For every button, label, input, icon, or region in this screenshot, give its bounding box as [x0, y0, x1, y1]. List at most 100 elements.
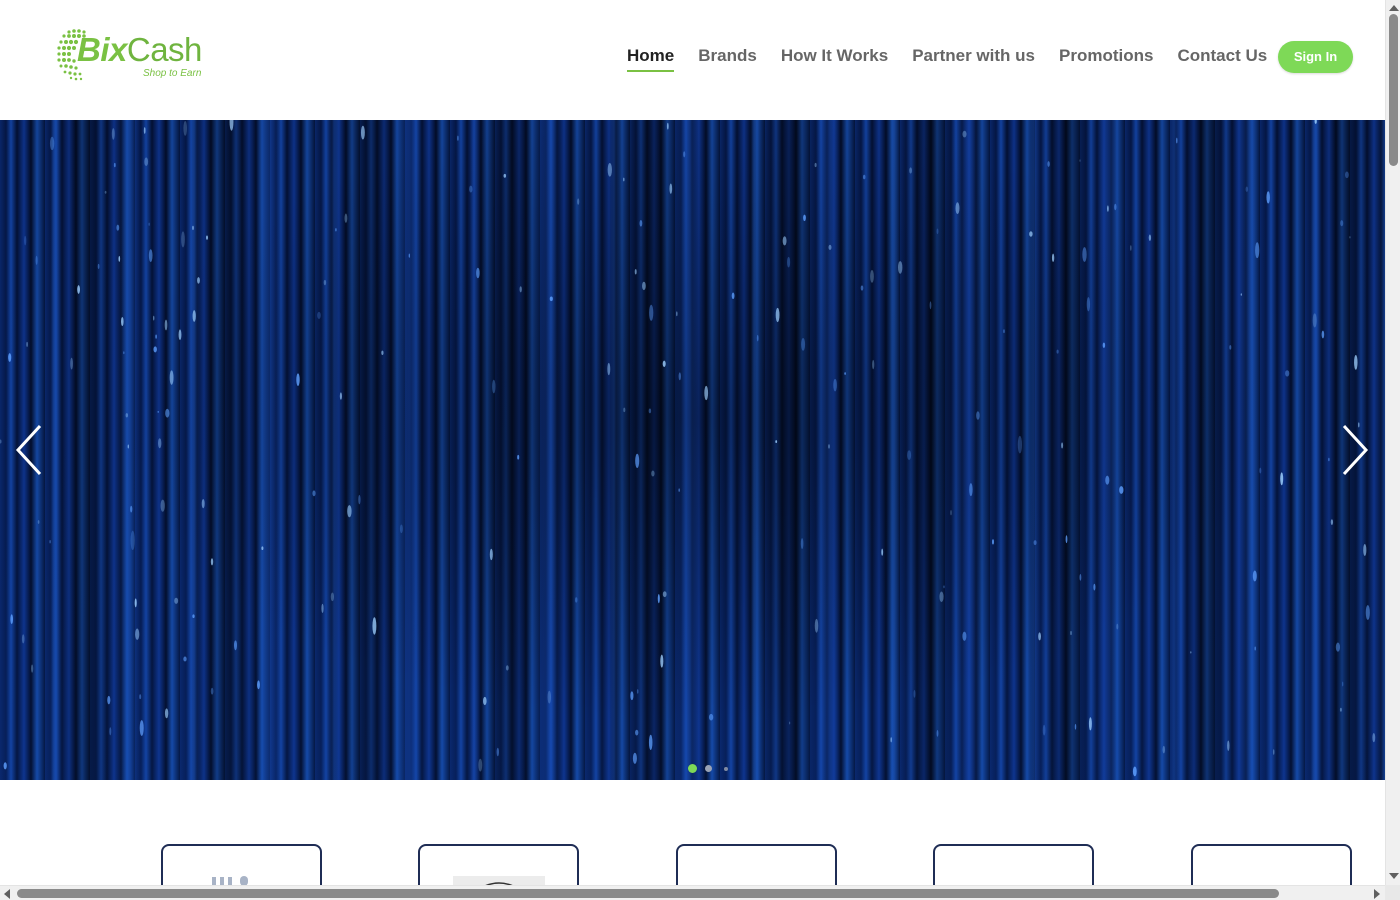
sparkle [139, 694, 142, 700]
scroll-up-arrow-icon[interactable] [1389, 5, 1399, 11]
sparkle [127, 444, 129, 449]
nav-item-home[interactable]: Home [627, 44, 675, 72]
sparkle [178, 329, 182, 341]
sparkle [111, 128, 115, 140]
sparkle [1070, 630, 1072, 636]
slide-indicator-1[interactable] [688, 764, 697, 773]
vertical-scroll-thumb[interactable] [1389, 14, 1398, 166]
sparkle [483, 696, 487, 706]
sparkle [157, 410, 159, 413]
brand-card[interactable] [161, 844, 322, 885]
nav-item-partner-with-us[interactable]: Partner with us [912, 44, 1035, 72]
sparkle [833, 378, 837, 392]
sparkle [1119, 486, 1124, 494]
horizontal-scroll-thumb[interactable] [17, 889, 1279, 898]
slider-next-button[interactable] [1334, 420, 1374, 480]
logo-cash-text: Cash [126, 31, 203, 68]
sparkle [1339, 707, 1342, 712]
brand-logo-image [453, 876, 545, 885]
sparkle [399, 524, 403, 534]
sparkle [828, 244, 832, 250]
sparkle [1229, 345, 1232, 350]
sparkle [1093, 583, 1096, 591]
sparkle [607, 162, 612, 177]
sparkle [1029, 231, 1033, 237]
sparkle [651, 470, 655, 477]
sparkle [153, 346, 157, 353]
sparkle [335, 228, 337, 232]
slider-indicators [688, 764, 736, 773]
sparkle [1116, 623, 1119, 630]
sign-in-button[interactable]: Sign In [1278, 41, 1353, 73]
sparkle [21, 634, 25, 644]
scrollbar-corner [1385, 885, 1400, 900]
sparkle [1132, 766, 1137, 777]
slider-prev-button[interactable] [10, 420, 50, 480]
sparkle [519, 286, 522, 293]
sparkle [1088, 717, 1092, 731]
slide-indicator-3[interactable] [724, 766, 728, 771]
bixcash-logo[interactable]: BixCash Shop to Earn [55, 26, 215, 84]
sparkle [683, 151, 686, 158]
sparkle [113, 162, 116, 168]
sparkle [635, 729, 639, 736]
nav-item-contact-us[interactable]: Contact Us [1177, 44, 1267, 72]
sparkle [10, 614, 14, 625]
sparkle [1285, 370, 1290, 377]
sparkle [913, 690, 916, 698]
sparkle [347, 505, 352, 518]
sparkle [1363, 544, 1367, 556]
sparkle [323, 279, 327, 286]
brand-card[interactable] [418, 844, 579, 885]
vertical-scrollbar[interactable] [1385, 0, 1400, 885]
sparkle [678, 488, 680, 492]
nav-item-brands[interactable]: Brands [698, 44, 757, 72]
sparkle [1328, 457, 1330, 462]
sparkle [183, 656, 187, 662]
sparkle [97, 263, 100, 269]
sparkle [1240, 293, 1242, 296]
sparkle [321, 603, 324, 613]
slide-indicator-2[interactable] [705, 765, 712, 772]
sparkle [1312, 313, 1317, 328]
sparkle [492, 379, 496, 394]
brand-card[interactable] [676, 844, 837, 885]
sparkle [489, 548, 493, 561]
sparkle [909, 167, 912, 174]
sparkle [192, 614, 195, 618]
sparkle [1038, 632, 1041, 641]
scroll-down-arrow-icon[interactable] [1389, 873, 1399, 879]
sparkle [630, 691, 634, 701]
sparkle [24, 235, 27, 246]
nav-item-how-it-works[interactable]: How It Works [781, 44, 888, 72]
nav-item-promotions[interactable]: Promotions [1059, 44, 1153, 72]
sparkle [1114, 203, 1117, 211]
sparkle [731, 292, 735, 300]
sparkle [1079, 159, 1081, 163]
sparkle [800, 538, 804, 550]
sparkle [1190, 651, 1192, 654]
sparkle [976, 411, 980, 420]
sparkle [1107, 205, 1109, 212]
sparkle [0, 439, 2, 444]
sparkle [1314, 120, 1317, 124]
sparkle [1162, 745, 1166, 754]
sparkle [160, 499, 165, 512]
scroll-left-arrow-icon[interactable] [4, 889, 10, 899]
sparkle [408, 253, 410, 258]
sparkle [457, 135, 459, 141]
sparkle [955, 202, 960, 215]
sparkle [1074, 723, 1077, 730]
scroll-right-arrow-icon[interactable] [1374, 889, 1380, 899]
horizontal-scrollbar[interactable] [0, 885, 1385, 900]
sparkle [49, 136, 55, 151]
sparkle [344, 213, 348, 223]
sparkle [148, 222, 150, 226]
sparkle [676, 311, 678, 317]
sparkle [148, 249, 153, 262]
sparkle [1061, 442, 1064, 449]
sparkle [1082, 247, 1087, 262]
brand-card[interactable] [1191, 844, 1352, 885]
brand-card[interactable] [933, 844, 1094, 885]
sparkle [1354, 354, 1358, 370]
